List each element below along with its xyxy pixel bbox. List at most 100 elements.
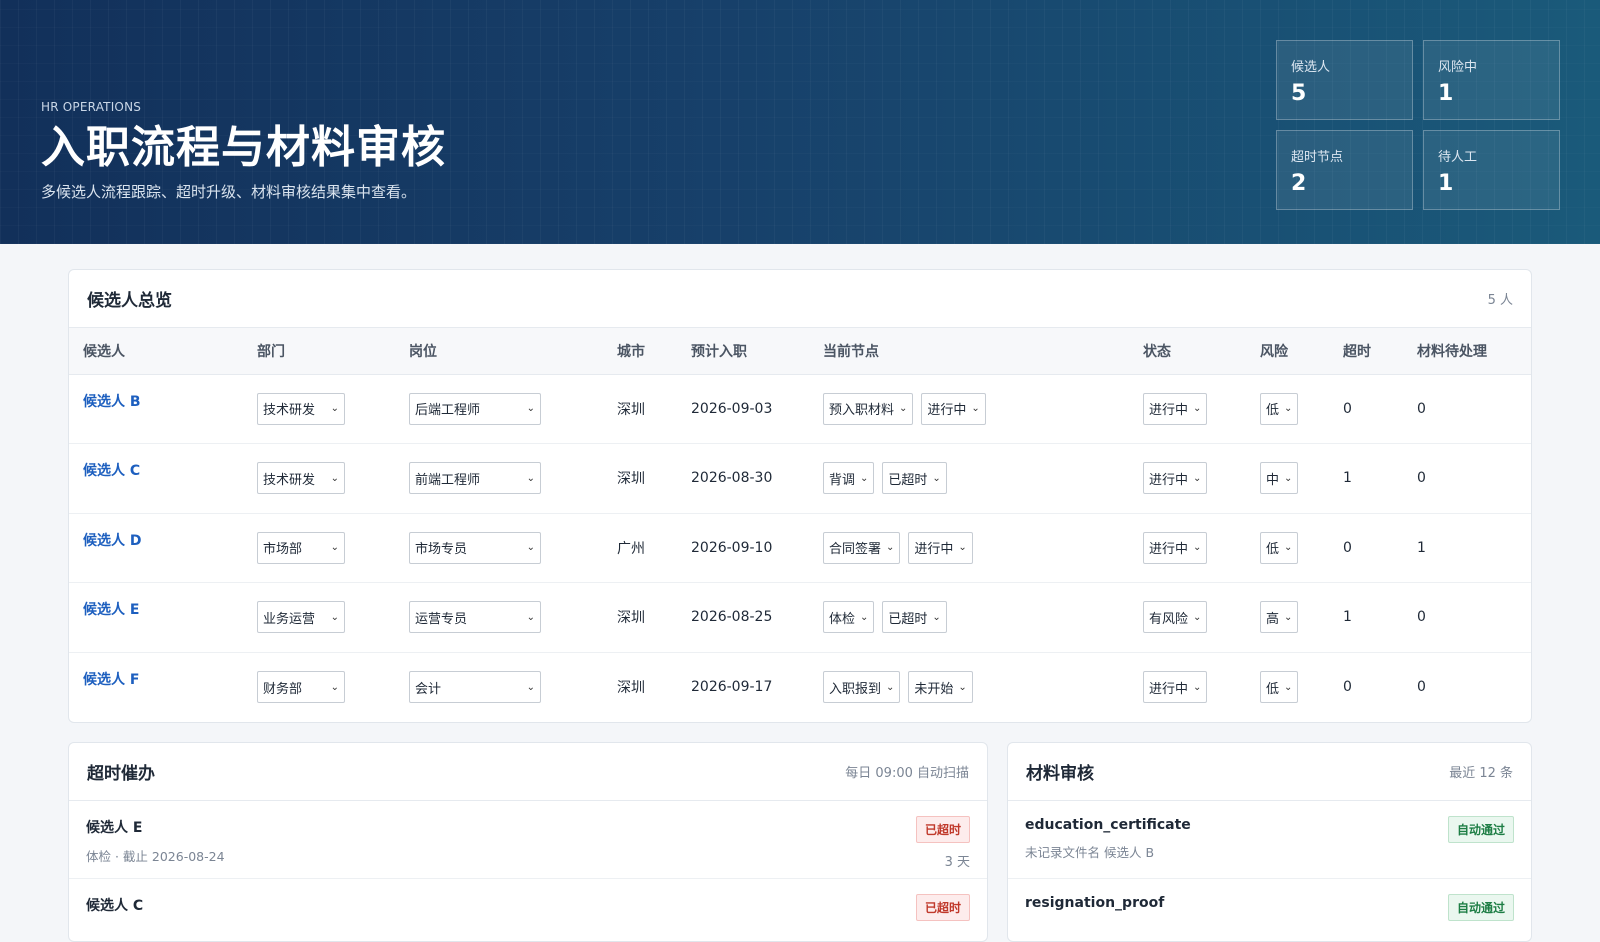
department-select[interactable]: 技术研发 ⌄	[257, 462, 345, 495]
candidate-link[interactable]: 候选人 E	[83, 602, 139, 618]
list-item[interactable]: resignation_proof 自动通过	[1008, 879, 1531, 941]
city-cell: 深圳	[603, 582, 677, 653]
table-row: 候选人 B 技术研发 ⌄ 后端工程师 ⌄ 深圳 2026-09-03 预入职材料 ⌄ 进…	[69, 374, 1531, 444]
chevron-down-icon: ⌄	[330, 472, 339, 484]
status-select[interactable]: 有风险 ⌄	[1143, 601, 1208, 634]
risk-select[interactable]: 低 ⌄	[1260, 392, 1299, 425]
chevron-down-icon: ⌄	[1284, 403, 1293, 415]
chevron-down-icon: ⌄	[1193, 542, 1202, 554]
chevron-down-icon: ⌄	[1193, 472, 1202, 484]
overdue-count-cell: 1	[1329, 443, 1403, 514]
status-select[interactable]: 进行中 ⌄	[1143, 531, 1208, 564]
chevron-down-icon: ⌄	[886, 681, 895, 693]
chevron-down-icon: ⌄	[330, 681, 339, 693]
node-select[interactable]: 合同签署 ⌄	[823, 531, 901, 564]
candidate-link[interactable]: 候选人 C	[83, 463, 140, 479]
overdue-reminder-card: 超时催办 每日 09:00 自动扫描 候选人 E 体检 · 截止 2026-08…	[68, 742, 988, 942]
city-cell: 深圳	[603, 374, 677, 444]
department-select[interactable]: 财务部 ⌄	[257, 671, 345, 703]
node-select[interactable]: 体检 ⌄	[823, 601, 875, 634]
department-select[interactable]: 市场部 ⌄	[257, 531, 345, 564]
node-status-select[interactable]: 已超时 ⌄	[882, 601, 947, 634]
chevron-down-icon: ⌄	[1284, 611, 1293, 623]
overdue-count-cell: 0	[1343, 679, 1352, 695]
col-current-node: 当前节点	[809, 328, 1129, 375]
risk-select[interactable]: 中 ⌄	[1260, 462, 1299, 495]
candidate-link[interactable]: 候选人 F	[83, 672, 139, 688]
chevron-down-icon: ⌄	[1193, 681, 1202, 693]
overdue-count-cell: 0	[1329, 374, 1403, 444]
table-row: 候选人 F 财务部 ⌄ 会计 ⌄ 深圳 2026-09-17 入职报到 ⌄ 未开始 ⌄ 进…	[69, 652, 1531, 722]
chevron-down-icon: ⌄	[899, 403, 908, 415]
stat-overdue-nodes: 超时节点 2	[1276, 130, 1413, 210]
stat-label: 待人工	[1438, 150, 1478, 165]
chevron-down-icon: ⌄	[971, 403, 980, 415]
col-department: 部门	[243, 328, 395, 375]
status-select[interactable]: 进行中 ⌄	[1143, 462, 1208, 495]
list-item[interactable]: education_certificate 未记录文件名 候选人 B 自动通过	[1008, 801, 1531, 879]
item-name: 候选人 C	[86, 898, 144, 914]
status-badge: 自动通过	[1447, 816, 1514, 843]
candidate-link[interactable]: 候选人 B	[83, 394, 141, 410]
node-status-select[interactable]: 未开始 ⌄	[908, 671, 973, 703]
chevron-down-icon: ⌄	[330, 611, 339, 623]
city-cell: 广州	[603, 513, 677, 583]
position-select[interactable]: 前端工程师 ⌄	[409, 462, 541, 495]
stat-label: 候选人	[1291, 60, 1331, 75]
node-select[interactable]: 入职报到 ⌄	[823, 671, 901, 703]
city-cell: 深圳	[617, 680, 645, 696]
expected-date-cell: 2026-09-03	[677, 374, 809, 444]
chevron-down-icon: ⌄	[1284, 681, 1293, 693]
chevron-down-icon: ⌄	[860, 611, 869, 623]
recent-count: 最近 12 条	[1449, 766, 1513, 781]
risk-select[interactable]: 高 ⌄	[1260, 601, 1299, 634]
chevron-down-icon: ⌄	[1193, 403, 1202, 415]
hero-text: HR OPERATIONS 入职流程与材料审核 多候选人流程跟踪、超时升级、材料…	[41, 100, 446, 202]
candidate-link[interactable]: 候选人 D	[83, 533, 142, 549]
status-badge: 已超时	[915, 816, 970, 843]
position-select[interactable]: 后端工程师 ⌄	[409, 392, 541, 425]
item-name: resignation_proof	[1025, 895, 1165, 911]
position-select[interactable]: 运营专员 ⌄	[409, 601, 541, 634]
list-item[interactable]: 候选人 C 已超时	[69, 879, 987, 941]
node-select[interactable]: 背调 ⌄	[823, 462, 875, 495]
stat-at-risk: 风险中 1	[1423, 40, 1560, 120]
node-status-select[interactable]: 进行中 ⌄	[908, 531, 973, 564]
stat-value: 5	[1291, 81, 1307, 106]
page-title: 入职流程与材料审核	[41, 122, 446, 173]
chevron-down-icon: ⌄	[526, 611, 535, 623]
chevron-down-icon: ⌄	[958, 542, 967, 554]
item-detail: 未记录文件名 候选人 B	[1025, 845, 1155, 860]
status-badge: 自动通过	[1447, 894, 1514, 921]
position-select[interactable]: 会计 ⌄	[409, 671, 541, 703]
position-select[interactable]: 市场专员 ⌄	[409, 531, 541, 564]
risk-select[interactable]: 低 ⌄	[1260, 531, 1299, 564]
pending-materials-cell: 0	[1403, 582, 1531, 653]
card-header: 超时催办 每日 09:00 自动扫描	[69, 743, 987, 801]
city-cell: 深圳	[603, 443, 677, 514]
expected-date-cell: 2026-09-10	[677, 513, 809, 583]
node-status-select[interactable]: 进行中 ⌄	[921, 392, 986, 425]
overdue-count-cell: 0	[1329, 513, 1403, 583]
chevron-down-icon: ⌄	[958, 681, 967, 693]
pending-materials-cell: 1	[1403, 513, 1531, 583]
stat-value: 1	[1438, 81, 1454, 106]
list-item[interactable]: 候选人 E 体检 · 截止 2026-08-24 已超时 3 天	[69, 801, 987, 879]
status-badge: 已超时	[915, 894, 970, 921]
col-position: 岗位	[395, 328, 603, 375]
item-detail: 体检 · 截止 2026-08-24	[86, 849, 225, 864]
node-select[interactable]: 预入职材料 ⌄	[823, 392, 914, 425]
candidate-overview-card: 候选人总览 5 人 候选人 部门 岗位 城市 预计入职 当前节点 状态 风险 超…	[68, 269, 1532, 723]
chevron-down-icon: ⌄	[526, 403, 535, 415]
stat-manual-pending: 待人工 1	[1423, 130, 1560, 210]
expected-date-cell: 2026-08-25	[677, 582, 809, 653]
status-select[interactable]: 进行中 ⌄	[1143, 671, 1208, 703]
expected-date-cell: 2026-09-17	[691, 679, 773, 695]
node-status-select[interactable]: 已超时 ⌄	[882, 462, 947, 495]
department-select[interactable]: 业务运营 ⌄	[257, 601, 345, 634]
department-select[interactable]: 技术研发 ⌄	[257, 392, 345, 425]
col-risk: 风险	[1246, 328, 1329, 375]
risk-select[interactable]: 低 ⌄	[1260, 671, 1299, 703]
hero-eyebrow: HR OPERATIONS	[41, 100, 142, 114]
status-select[interactable]: 进行中 ⌄	[1143, 392, 1208, 425]
